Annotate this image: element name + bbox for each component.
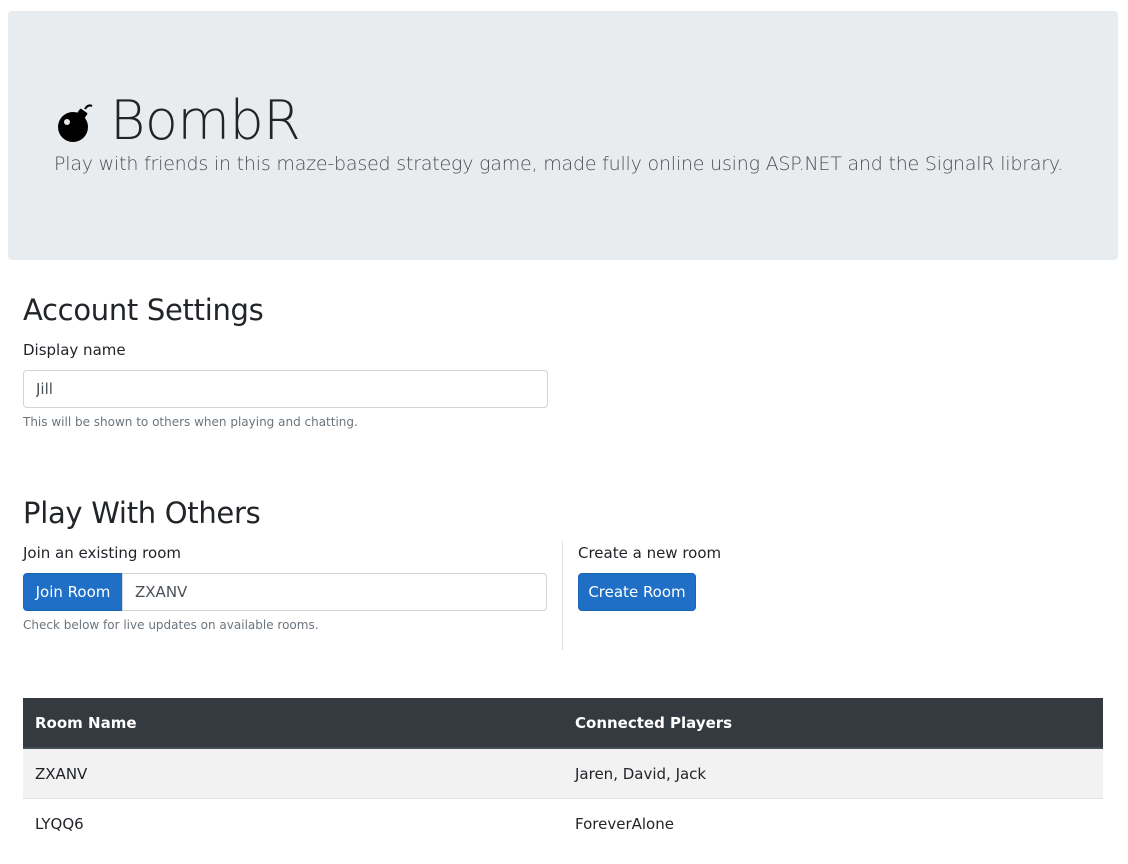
column-header-room-name: Room Name <box>23 698 563 749</box>
hero-banner: BombR Play with friends in this maze-bas… <box>8 11 1118 260</box>
display-name-help: This will be shown to others when playin… <box>23 415 358 429</box>
room-code-input[interactable] <box>122 573 547 611</box>
table-row[interactable]: ZXANV Jaren, David, Jack <box>23 747 1103 799</box>
table-header-row: Room Name Connected Players <box>23 698 1103 749</box>
account-settings-heading: Account Settings <box>23 293 264 327</box>
table-row[interactable]: LYQQ6 ForeverAlone <box>23 798 1103 848</box>
players-cell: ForeverAlone <box>563 798 1103 848</box>
join-room-button[interactable]: Join Room <box>23 573 123 611</box>
brand: BombR <box>54 89 301 153</box>
play-with-others-heading: Play With Others <box>23 496 261 530</box>
display-name-label: Display name <box>23 341 126 359</box>
column-header-connected-players: Connected Players <box>563 698 1103 749</box>
players-cell: Jaren, David, Jack <box>563 747 1103 799</box>
room-name-cell: ZXANV <box>23 747 563 799</box>
app-description: Play with friends in this maze-based str… <box>54 153 1064 175</box>
display-name-input[interactable] <box>23 370 548 408</box>
app-title: BombR <box>110 89 301 152</box>
join-room-help: Check below for live updates on availabl… <box>23 618 319 632</box>
room-name-cell: LYQQ6 <box>23 798 563 848</box>
create-room-label: Create a new room <box>578 544 722 562</box>
create-room-button[interactable]: Create Room <box>578 573 696 611</box>
column-divider <box>562 541 563 650</box>
join-room-label: Join an existing room <box>23 544 181 562</box>
rooms-table: Room Name Connected Players ZXANV Jaren,… <box>23 698 1103 848</box>
bomb-icon <box>58 104 93 142</box>
